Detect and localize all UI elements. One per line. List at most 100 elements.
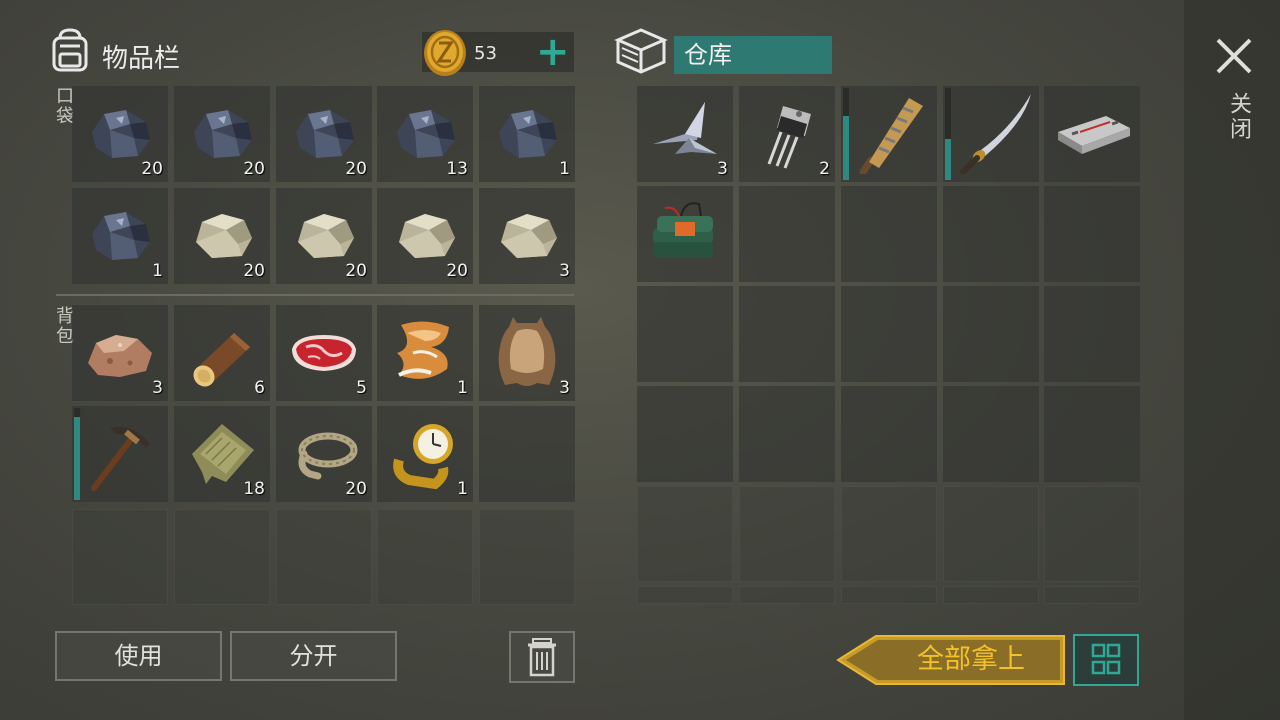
warehouse-slot-empty[interactable] (1044, 386, 1140, 482)
trash-icon (528, 638, 556, 677)
pocket-slot[interactable]: 20 (276, 86, 372, 182)
backpack-slot[interactable]: 3 (72, 305, 168, 401)
warehouse-slot-empty[interactable] (943, 286, 1039, 382)
backpack-slot[interactable]: 20 (276, 406, 372, 502)
pocket-slot[interactable]: 13 (377, 86, 473, 182)
warehouse-slot-empty[interactable] (739, 386, 835, 482)
warehouse-slot-locked[interactable] (943, 486, 1039, 582)
pocket-slot[interactable]: 20 (174, 86, 270, 182)
backpack-slot[interactable]: 1 (377, 305, 473, 401)
warehouse-slot[interactable] (1044, 86, 1140, 182)
warehouse-slot-empty[interactable] (841, 286, 937, 382)
raw-ore-icon (88, 335, 152, 377)
c4-explosive-icon (653, 202, 713, 258)
warehouse-slot-empty[interactable] (637, 286, 733, 382)
item-count: 1 (152, 261, 163, 281)
backpack-slot[interactable]: 18 (174, 406, 270, 502)
item-count: 20 (345, 479, 367, 499)
warehouse-box-icon (614, 26, 668, 76)
warehouse-slot-locked[interactable] (1044, 586, 1140, 604)
item-count: 20 (446, 261, 468, 281)
warehouse-slot-empty[interactable] (739, 186, 835, 282)
take-all-button[interactable]: 全部拿上 (836, 634, 1066, 686)
item-count: 20 (243, 159, 265, 179)
split-button[interactable]: 分开 (230, 631, 397, 681)
warehouse-slot-empty[interactable] (1044, 286, 1140, 382)
backpack-slot-locked[interactable] (72, 509, 168, 605)
warehouse-slot-locked[interactable] (1044, 486, 1140, 582)
warehouse-slot-locked[interactable] (739, 586, 835, 604)
warehouse-slot-locked[interactable] (943, 586, 1039, 604)
item-count: 20 (243, 261, 265, 281)
backpack-slot[interactable] (72, 406, 168, 502)
backpack-slot-empty[interactable] (479, 406, 575, 502)
backpack-slot[interactable]: 1 (377, 406, 473, 502)
backpack-slot-locked[interactable] (276, 509, 372, 605)
pocket-slot[interactable]: 20 (377, 188, 473, 284)
log-icon (193, 333, 250, 387)
stone-icon (501, 214, 557, 258)
inventory-title: 物品栏 (102, 44, 181, 74)
item-count: 20 (141, 159, 163, 179)
backpack-icon (46, 26, 94, 74)
warehouse-slot[interactable] (841, 86, 937, 182)
close-icon (1216, 38, 1252, 74)
item-count: 3 (559, 378, 570, 398)
use-button[interactable]: 使用 (55, 631, 222, 681)
warehouse-slot-locked[interactable] (739, 486, 835, 582)
grid-layout-icon (1091, 643, 1121, 675)
transistor-icon (767, 106, 811, 169)
backpack-slot-locked[interactable] (377, 509, 473, 605)
warehouse-slot-empty[interactable] (739, 286, 835, 382)
pocket-slot[interactable]: 20 (72, 86, 168, 182)
nail-bat-icon (859, 98, 923, 174)
gold-watch-icon (393, 424, 453, 490)
section-divider (56, 294, 574, 296)
pickaxe-icon (91, 426, 150, 491)
warehouse-slot-empty[interactable] (841, 386, 937, 482)
pocket-slot[interactable]: 1 (72, 188, 168, 284)
pocket-slot[interactable]: 20 (174, 188, 270, 284)
fox-fur-icon (397, 321, 449, 379)
warehouse-slot[interactable]: 3 (637, 86, 733, 182)
item-count: 1 (457, 479, 468, 499)
item-count: 3 (717, 159, 728, 179)
warehouse-slot-empty[interactable] (841, 186, 937, 282)
warehouse-slot-empty[interactable] (943, 386, 1039, 482)
warehouse-slot-locked[interactable] (637, 586, 733, 604)
pocket-slot[interactable]: 1 (479, 86, 575, 182)
add-coins-button[interactable]: + (536, 32, 570, 72)
grid-layout-button[interactable] (1073, 634, 1139, 686)
warehouse-slot-empty[interactable] (1044, 186, 1140, 282)
close-label[interactable]: 关闭 (1222, 92, 1254, 142)
item-count: 20 (345, 159, 367, 179)
backpack-slot[interactable]: 5 (276, 305, 372, 401)
item-count: 1 (559, 159, 570, 179)
warehouse-slot[interactable] (637, 186, 733, 282)
backpack-slot[interactable]: 6 (174, 305, 270, 401)
pocket-slot[interactable]: 20 (276, 188, 372, 284)
backpack-slot[interactable]: 3 (479, 305, 575, 401)
warehouse-slot-locked[interactable] (841, 486, 937, 582)
warehouse-slot-locked[interactable] (841, 586, 937, 604)
item-count: 3 (559, 261, 570, 281)
item-count: 2 (819, 159, 830, 179)
warehouse-name-field[interactable]: 仓库 (674, 36, 832, 74)
leather-hide-icon (498, 317, 556, 386)
item-count: 6 (254, 378, 265, 398)
warehouse-slot-empty[interactable] (943, 186, 1039, 282)
backpack-slot-locked[interactable] (174, 509, 270, 605)
item-count: 3 (152, 378, 163, 398)
pocket-slot[interactable]: 3 (479, 188, 575, 284)
close-button[interactable] (1212, 34, 1256, 78)
item-count: 1 (457, 378, 468, 398)
warehouse-slot-locked[interactable] (637, 486, 733, 582)
item-count: 5 (356, 378, 367, 398)
circuit-device-icon (1058, 116, 1130, 154)
warehouse-slot[interactable] (943, 86, 1039, 182)
katana-icon (960, 94, 1031, 174)
delete-button[interactable] (509, 631, 575, 683)
warehouse-slot[interactable]: 2 (739, 86, 835, 182)
warehouse-slot-empty[interactable] (637, 386, 733, 482)
backpack-slot-locked[interactable] (479, 509, 575, 605)
